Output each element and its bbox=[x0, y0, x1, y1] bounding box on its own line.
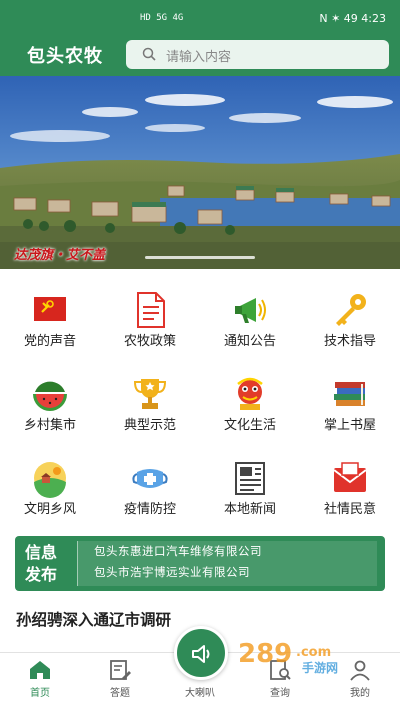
grid-item-book-house[interactable]: 掌上书屋 bbox=[300, 367, 400, 443]
newspaper-icon bbox=[235, 462, 265, 495]
books-icon bbox=[334, 382, 365, 406]
grid-item-label: 通知公告 bbox=[223, 334, 276, 349]
grid-item-local-news[interactable]: 本地新闻 bbox=[200, 451, 300, 527]
envelope-icon bbox=[333, 462, 367, 492]
grid-item-label: 农牧政策 bbox=[123, 334, 176, 349]
app-header: 包头农牧 请输入内容 bbox=[0, 36, 400, 76]
status-bar: HD 5G 4G N ✶ 49 4:23 bbox=[0, 0, 400, 36]
watermelon-icon bbox=[33, 381, 67, 411]
carousel-indicator bbox=[145, 256, 255, 259]
info-release-list: 包头东惠进口汽车维修有限公司 包头市浩宇博远实业有限公司 bbox=[77, 541, 377, 586]
loudspeaker-button[interactable] bbox=[174, 626, 228, 680]
grid-item-party-voice[interactable]: 党的声音 bbox=[0, 283, 100, 359]
quiz-icon bbox=[110, 660, 131, 680]
grid-item-culture-life[interactable]: 文化生活 bbox=[200, 367, 300, 443]
status-right-indicators: N ✶ 49 4:23 bbox=[319, 12, 386, 25]
app-title: 包头农牧 bbox=[27, 46, 103, 67]
lion-dance-icon bbox=[237, 377, 263, 410]
grid-item-label: 乡村集市 bbox=[23, 418, 76, 433]
banner-carousel[interactable]: 达茂旗・艾不盖 bbox=[0, 76, 400, 269]
countryside-icon bbox=[34, 462, 66, 498]
search-placeholder: 请输入内容 bbox=[166, 50, 232, 65]
grid-item-public-opinion[interactable]: 社情民意 bbox=[300, 451, 400, 527]
grid-item-label: 文明乡风 bbox=[23, 502, 76, 517]
key-icon bbox=[336, 294, 366, 326]
speaker-icon bbox=[192, 645, 210, 663]
tab-quiz[interactable]: 答题 bbox=[80, 653, 160, 711]
tab-label: 首页 bbox=[30, 688, 50, 699]
grid-item-label: 掌上书屋 bbox=[323, 418, 376, 433]
grid-item-epidemic[interactable]: 疫情防控 bbox=[100, 451, 200, 527]
svg-text:手游网: 手游网 bbox=[302, 660, 338, 675]
grid-item-tech-guide[interactable]: 技术指导 bbox=[300, 283, 400, 359]
tab-label: 答题 bbox=[110, 688, 130, 699]
info-release-badge: 信息 发布 bbox=[25, 542, 69, 586]
grid-item-label: 典型示范 bbox=[123, 418, 176, 433]
svg-text:289: 289 bbox=[238, 639, 292, 669]
grid-item-label: 本地新闻 bbox=[223, 502, 276, 517]
site-watermark-logo: 289 .com 手游网 bbox=[238, 639, 338, 675]
grid-item-notice[interactable]: 通知公告 bbox=[200, 283, 300, 359]
info-badge-line1: 信息 bbox=[25, 543, 58, 562]
grid-item-village-market[interactable]: 乡村集市 bbox=[0, 367, 100, 443]
grid-item-civility[interactable]: 文明乡风 bbox=[0, 451, 100, 527]
banner-caption: 达茂旗・艾不盖 bbox=[14, 248, 106, 263]
tab-label: 我的 bbox=[350, 688, 370, 699]
tab-home[interactable]: 首页 bbox=[0, 653, 80, 711]
search-input[interactable]: 请输入内容 bbox=[126, 40, 389, 69]
info-list-item[interactable]: 包头东惠进口汽车维修有限公司 bbox=[94, 541, 377, 562]
grid-item-label: 党的声音 bbox=[23, 334, 76, 349]
policy-document-icon bbox=[137, 292, 165, 328]
info-release-panel: 信息 发布 包头东惠进口汽车维修有限公司 包头市浩宇博远实业有限公司 bbox=[15, 536, 385, 591]
info-list-item[interactable]: 包头市浩宇博远实业有限公司 bbox=[94, 562, 377, 583]
party-flag-icon bbox=[34, 297, 66, 321]
mask-icon bbox=[132, 469, 168, 488]
grid-item-model-demo[interactable]: 典型示范 bbox=[100, 367, 200, 443]
home-icon bbox=[30, 661, 50, 679]
news-headline[interactable]: 孙绍骋深入通辽市调研 bbox=[16, 608, 171, 630]
search-icon bbox=[142, 47, 156, 61]
grid-item-label: 技术指导 bbox=[323, 334, 376, 349]
svg-text:.com: .com bbox=[296, 645, 331, 660]
grid-item-label: 社情民意 bbox=[323, 502, 376, 517]
grid-item-label: 疫情防控 bbox=[123, 502, 176, 517]
megaphone-icon bbox=[235, 298, 266, 323]
tab-label: 查询 bbox=[270, 688, 290, 699]
grid-item-agri-policy[interactable]: 农牧政策 bbox=[100, 283, 200, 359]
grid-item-label: 文化生活 bbox=[223, 418, 276, 433]
trophy-icon bbox=[133, 379, 167, 409]
info-badge-line2: 发布 bbox=[25, 565, 58, 584]
banner-landscape-image bbox=[0, 76, 400, 269]
network-indicators: HD 5G 4G bbox=[140, 13, 184, 23]
tab-label: 大喇叭 bbox=[185, 688, 215, 699]
